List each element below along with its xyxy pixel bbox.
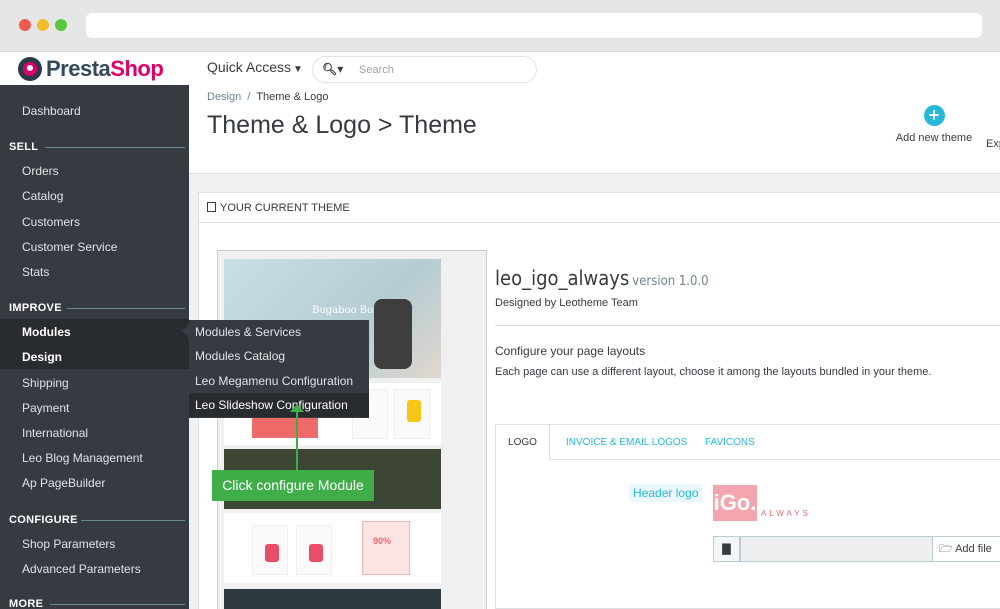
preview-sale-block: 90%	[362, 521, 410, 575]
export-button[interactable]: Exp	[986, 138, 1000, 150]
sidebar-item-shop-parameters[interactable]: Shop Parameters	[22, 537, 115, 551]
preview-product-card	[296, 525, 332, 575]
maximize-window-dot[interactable]	[55, 19, 67, 31]
submenu-item-leo-megamenu[interactable]: Leo Megamenu Configuration	[195, 374, 353, 388]
section-divider	[67, 308, 185, 309]
layout-section-title: Configure your page layouts	[495, 344, 646, 358]
add-file-label: Add file	[955, 543, 992, 555]
preview-product-card	[252, 525, 288, 575]
page-header: Design / Theme & Logo Theme & Logo > Theme…	[189, 85, 1000, 174]
prestashop-puffin-icon	[18, 57, 42, 81]
sidebar-item-ap-pagebuilder[interactable]: Ap PageBuilder	[22, 476, 105, 490]
logo-text: PrestaShop	[46, 56, 164, 81]
add-file-button[interactable]: 🗁 Add file	[932, 536, 1000, 562]
sidebar-section-configure: CONFIGURE	[9, 514, 78, 526]
submenu-item-modules-services[interactable]: Modules & Services	[195, 325, 301, 339]
submenu-item-modules-catalog[interactable]: Modules Catalog	[195, 349, 285, 363]
panel-heading: YOUR CURRENT THEME	[199, 193, 1000, 223]
logo-sub-text: ALWAYS	[761, 509, 811, 518]
logo-main-text: iGo.	[713, 485, 757, 521]
tab-invoice-email-logos[interactable]: INVOICE & EMAIL LOGOS	[566, 425, 687, 460]
admin-header: PrestaShop Quick Access ▼ 🔍︎▾ Search	[0, 52, 1000, 85]
caret-down-icon: ▼	[293, 64, 303, 75]
sidebar-item-customer-service[interactable]: Customer Service	[22, 240, 117, 254]
tab-logo[interactable]: LOGO	[496, 425, 550, 461]
address-bar[interactable]	[86, 13, 982, 38]
stroller-image	[309, 544, 323, 562]
sidebar-item-orders[interactable]: Orders	[22, 164, 59, 178]
sidebar-section-more: MORE	[9, 598, 44, 609]
sale-badge: 90%	[373, 536, 392, 546]
sidebar-item-international[interactable]: International	[22, 426, 88, 440]
sidebar-section-improve: IMPROVE	[9, 302, 62, 314]
preview-footer-strip	[224, 589, 441, 609]
breadcrumb: Design / Theme & Logo	[207, 91, 328, 103]
breadcrumb-parent[interactable]: Design	[207, 91, 241, 103]
sidebar-item-payment[interactable]: Payment	[22, 401, 69, 415]
preview-bestseller-row: 90%	[224, 513, 441, 583]
close-window-dot[interactable]	[19, 19, 31, 31]
html5-icon	[207, 202, 216, 212]
section-divider	[81, 520, 185, 521]
plus-circle-icon: +	[923, 105, 945, 126]
submenu-pointer	[181, 324, 189, 338]
stroller-image	[407, 400, 421, 422]
header-logo-image: iGo. ALWAYS	[713, 485, 828, 521]
add-new-theme-button[interactable]: + Add new theme	[894, 105, 974, 144]
sidebar-item-shipping[interactable]: Shipping	[22, 376, 69, 390]
theme-preview-image: Bugaboo Boxer 90%	[217, 250, 487, 609]
preview-product-card	[394, 389, 430, 439]
page-title: Theme & Logo > Theme	[207, 111, 477, 139]
sidebar-item-customers[interactable]: Customers	[22, 215, 80, 229]
sidebar-item-modules[interactable]: Modules	[22, 325, 71, 339]
modules-submenu: Modules & Services Modules Catalog Leo M…	[189, 320, 369, 418]
section-divider	[45, 147, 185, 148]
theme-author: Designed by Leotheme Team	[495, 297, 638, 309]
folder-open-icon: 🗁	[939, 543, 956, 555]
layout-section-description: Each page can use a different layout, ch…	[495, 366, 932, 378]
tab-favicons[interactable]: FAVICONS	[705, 425, 755, 460]
theme-title: leo_igo_always version 1.0.0	[495, 266, 709, 290]
stroller-image	[374, 299, 412, 369]
sidebar-item-dashboard[interactable]: Dashboard	[22, 104, 81, 118]
file-name-field[interactable]	[740, 536, 933, 562]
sidebar-item-advanced-parameters[interactable]: Advanced Parameters	[22, 562, 141, 576]
breadcrumb-current: Theme & Logo	[256, 91, 329, 103]
content-divider	[495, 325, 1000, 326]
sidebar-item-stats[interactable]: Stats	[22, 265, 49, 279]
quick-access-dropdown[interactable]: Quick Access ▼	[207, 59, 303, 75]
file-icon: ▇	[713, 536, 740, 562]
browser-toolbar	[0, 0, 1000, 52]
sidebar-item-design[interactable]: Design	[22, 350, 62, 364]
sidebar-section-sell: SELL	[9, 141, 39, 153]
breadcrumb-separator: /	[247, 91, 251, 103]
section-divider	[50, 604, 185, 605]
search-placeholder: Search	[359, 64, 394, 76]
minimize-window-dot[interactable]	[37, 19, 49, 31]
sidebar-item-catalog[interactable]: Catalog	[22, 189, 63, 203]
theme-name: leo_igo_always	[495, 266, 630, 290]
search-input[interactable]: 🔍︎▾ Search	[312, 56, 537, 83]
sidebar: Dashboard SELL Orders Catalog Customers …	[0, 85, 189, 609]
submenu-item-leo-slideshow[interactable]: Leo Slideshow Configuration	[195, 398, 348, 412]
header-logo-label: Header logo	[629, 484, 703, 502]
panel-heading-label: YOUR CURRENT THEME	[220, 202, 350, 214]
prestashop-logo[interactable]: PrestaShop	[18, 55, 164, 83]
stroller-image	[265, 544, 279, 562]
add-new-theme-label: Add new theme	[895, 132, 973, 144]
theme-version: version 1.0.0	[632, 274, 709, 289]
annotation-line	[296, 410, 298, 470]
annotation-callout: Click configure Module	[212, 470, 374, 501]
sidebar-item-leo-blog[interactable]: Leo Blog Management	[22, 451, 143, 465]
quick-access-label: Quick Access	[207, 59, 292, 75]
tab-strip: LOGO INVOICE & EMAIL LOGOS FAVICONS	[496, 425, 1000, 461]
search-icon[interactable]: 🔍︎▾	[322, 62, 343, 76]
